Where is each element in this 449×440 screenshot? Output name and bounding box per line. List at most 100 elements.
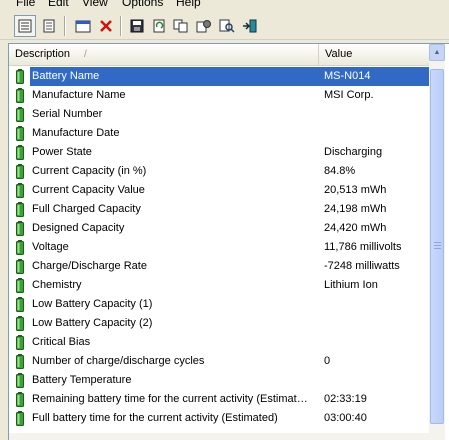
table-row[interactable]: Manufacture Name MSI Corp.: [9, 86, 429, 105]
copy-button[interactable]: [170, 15, 192, 37]
row-description: Current Capacity (in %): [32, 165, 147, 177]
scroll-thumb[interactable]: [430, 69, 444, 424]
table-row[interactable]: Designed Capacity 24,420 mWh: [9, 219, 429, 238]
row-description: Chemistry: [32, 279, 82, 291]
menu-bar: File Edit View Options Help: [0, 0, 449, 10]
sort-indicator-icon: /: [84, 49, 87, 60]
battery-icon: [16, 354, 24, 369]
menu-edit[interactable]: Edit: [48, 0, 69, 9]
row-description: Number of charge/discharge cycles: [32, 355, 205, 367]
column-header-value[interactable]: Value: [319, 44, 429, 65]
row-description: Serial Number: [32, 108, 103, 120]
toolbar-separator: [120, 16, 122, 36]
table-row[interactable]: Number of charge/discharge cycles 0: [9, 352, 429, 371]
menu-file[interactable]: File: [16, 0, 35, 9]
battery-icon: [16, 107, 24, 122]
battery-icon: [16, 373, 24, 388]
battery-icon: [16, 240, 24, 255]
table-row[interactable]: Battery Temperature: [9, 371, 429, 390]
row-description: Power State: [32, 146, 92, 158]
delete-icon: [100, 20, 112, 32]
battery-icon: [16, 411, 24, 426]
find-icon: [219, 19, 235, 33]
table-row[interactable]: Current Capacity (in %) 84.8%: [9, 162, 429, 181]
battery-icon: [16, 164, 24, 179]
row-value: 20,513 mWh: [324, 184, 387, 196]
row-description: Full battery time for the current activi…: [32, 412, 278, 424]
battery-icon: [16, 335, 24, 350]
scroll-up-button[interactable]: ▲: [429, 44, 445, 61]
row-value: [324, 371, 429, 390]
window-button[interactable]: [72, 15, 94, 37]
row-value: 24,198 mWh: [324, 203, 387, 215]
battery-icon: [16, 297, 24, 312]
battery-icon: [16, 278, 24, 293]
table-row[interactable]: Chemistry Lithium Ion: [9, 276, 429, 295]
row-description: Battery Name: [30, 67, 322, 86]
row-value: Lithium Ion: [324, 279, 378, 291]
table-row[interactable]: Manufacture Date: [9, 124, 429, 143]
row-description: Designed Capacity: [32, 222, 125, 234]
toolbar-separator: [64, 16, 66, 36]
column-header-description[interactable]: Description /: [9, 44, 319, 65]
table-row[interactable]: Full battery time for the current activi…: [9, 409, 429, 428]
row-value: 03:00:40: [324, 412, 367, 424]
table-row[interactable]: Charge/Discharge Rate -7248 milliwatts: [9, 257, 429, 276]
battery-icon: [16, 126, 24, 141]
view-mode-button[interactable]: [14, 15, 36, 37]
battery-icon: [16, 221, 24, 236]
thumb-grip: [434, 242, 441, 243]
row-value: MSI Corp.: [324, 89, 374, 101]
refresh-button[interactable]: [148, 15, 170, 37]
find-button[interactable]: [216, 15, 238, 37]
row-description: Full Charged Capacity: [32, 203, 141, 215]
menu-help[interactable]: Help: [176, 0, 201, 9]
table-row[interactable]: Critical Bias: [9, 333, 429, 352]
table-row[interactable]: Current Capacity Value 20,513 mWh: [9, 181, 429, 200]
battery-icon: [16, 88, 24, 103]
table-row[interactable]: Full Charged Capacity 24,198 mWh: [9, 200, 429, 219]
row-value: -7248 milliwatts: [324, 260, 400, 272]
table-row[interactable]: Remaining battery time for the current a…: [9, 390, 429, 409]
battery-info-list[interactable]: Description / Value Battery Name MS-N014 Ma…: [8, 43, 449, 440]
battery-icon: [16, 392, 24, 407]
row-description: Low Battery Capacity (1): [32, 298, 153, 310]
row-description: Manufacture Date: [32, 127, 120, 139]
horizontal-scrollbar[interactable]: [9, 433, 429, 440]
table-row[interactable]: Battery Name MS-N014: [9, 67, 431, 86]
row-value: 0: [324, 355, 331, 367]
exit-button[interactable]: [239, 15, 261, 37]
menu-view[interactable]: View: [82, 0, 108, 9]
save-button[interactable]: [126, 15, 148, 37]
row-value: 11,786 millivolts: [324, 241, 402, 253]
vertical-scrollbar[interactable]: ▲: [429, 44, 445, 440]
table-row[interactable]: Power State Discharging: [9, 143, 429, 162]
row-description: Remaining battery time for the current a…: [32, 393, 308, 405]
battery-icon: [16, 183, 24, 198]
row-value: [324, 124, 429, 143]
battery-icon: [16, 259, 24, 274]
row-description: Voltage: [32, 241, 69, 253]
table-row[interactable]: Serial Number: [9, 105, 429, 124]
row-value: 84.8%: [324, 165, 356, 177]
menu-options[interactable]: Options: [122, 0, 163, 9]
row-description: Battery Temperature: [32, 374, 132, 386]
row-description: Current Capacity Value: [32, 184, 145, 196]
row-value: MS-N014: [320, 67, 431, 86]
thumb-grip: [434, 245, 441, 246]
toolbar: [0, 11, 449, 40]
table-row[interactable]: Low Battery Capacity (2): [9, 314, 429, 333]
table-row[interactable]: Low Battery Capacity (1): [9, 295, 429, 314]
window-icon: [75, 20, 91, 33]
battery-icon: [16, 145, 24, 160]
delete-button[interactable]: [95, 15, 117, 37]
row-value: [324, 314, 429, 333]
table-row[interactable]: Voltage 11,786 millivolts: [9, 238, 429, 257]
row-description: Low Battery Capacity (2): [32, 317, 153, 329]
report-button[interactable]: [38, 15, 60, 37]
row-value: 24,420 mWh: [324, 222, 387, 234]
properties-button[interactable]: [193, 15, 215, 37]
row-value: [324, 333, 429, 352]
column-header-value-label: Value: [325, 48, 353, 60]
report-icon: [43, 19, 55, 33]
